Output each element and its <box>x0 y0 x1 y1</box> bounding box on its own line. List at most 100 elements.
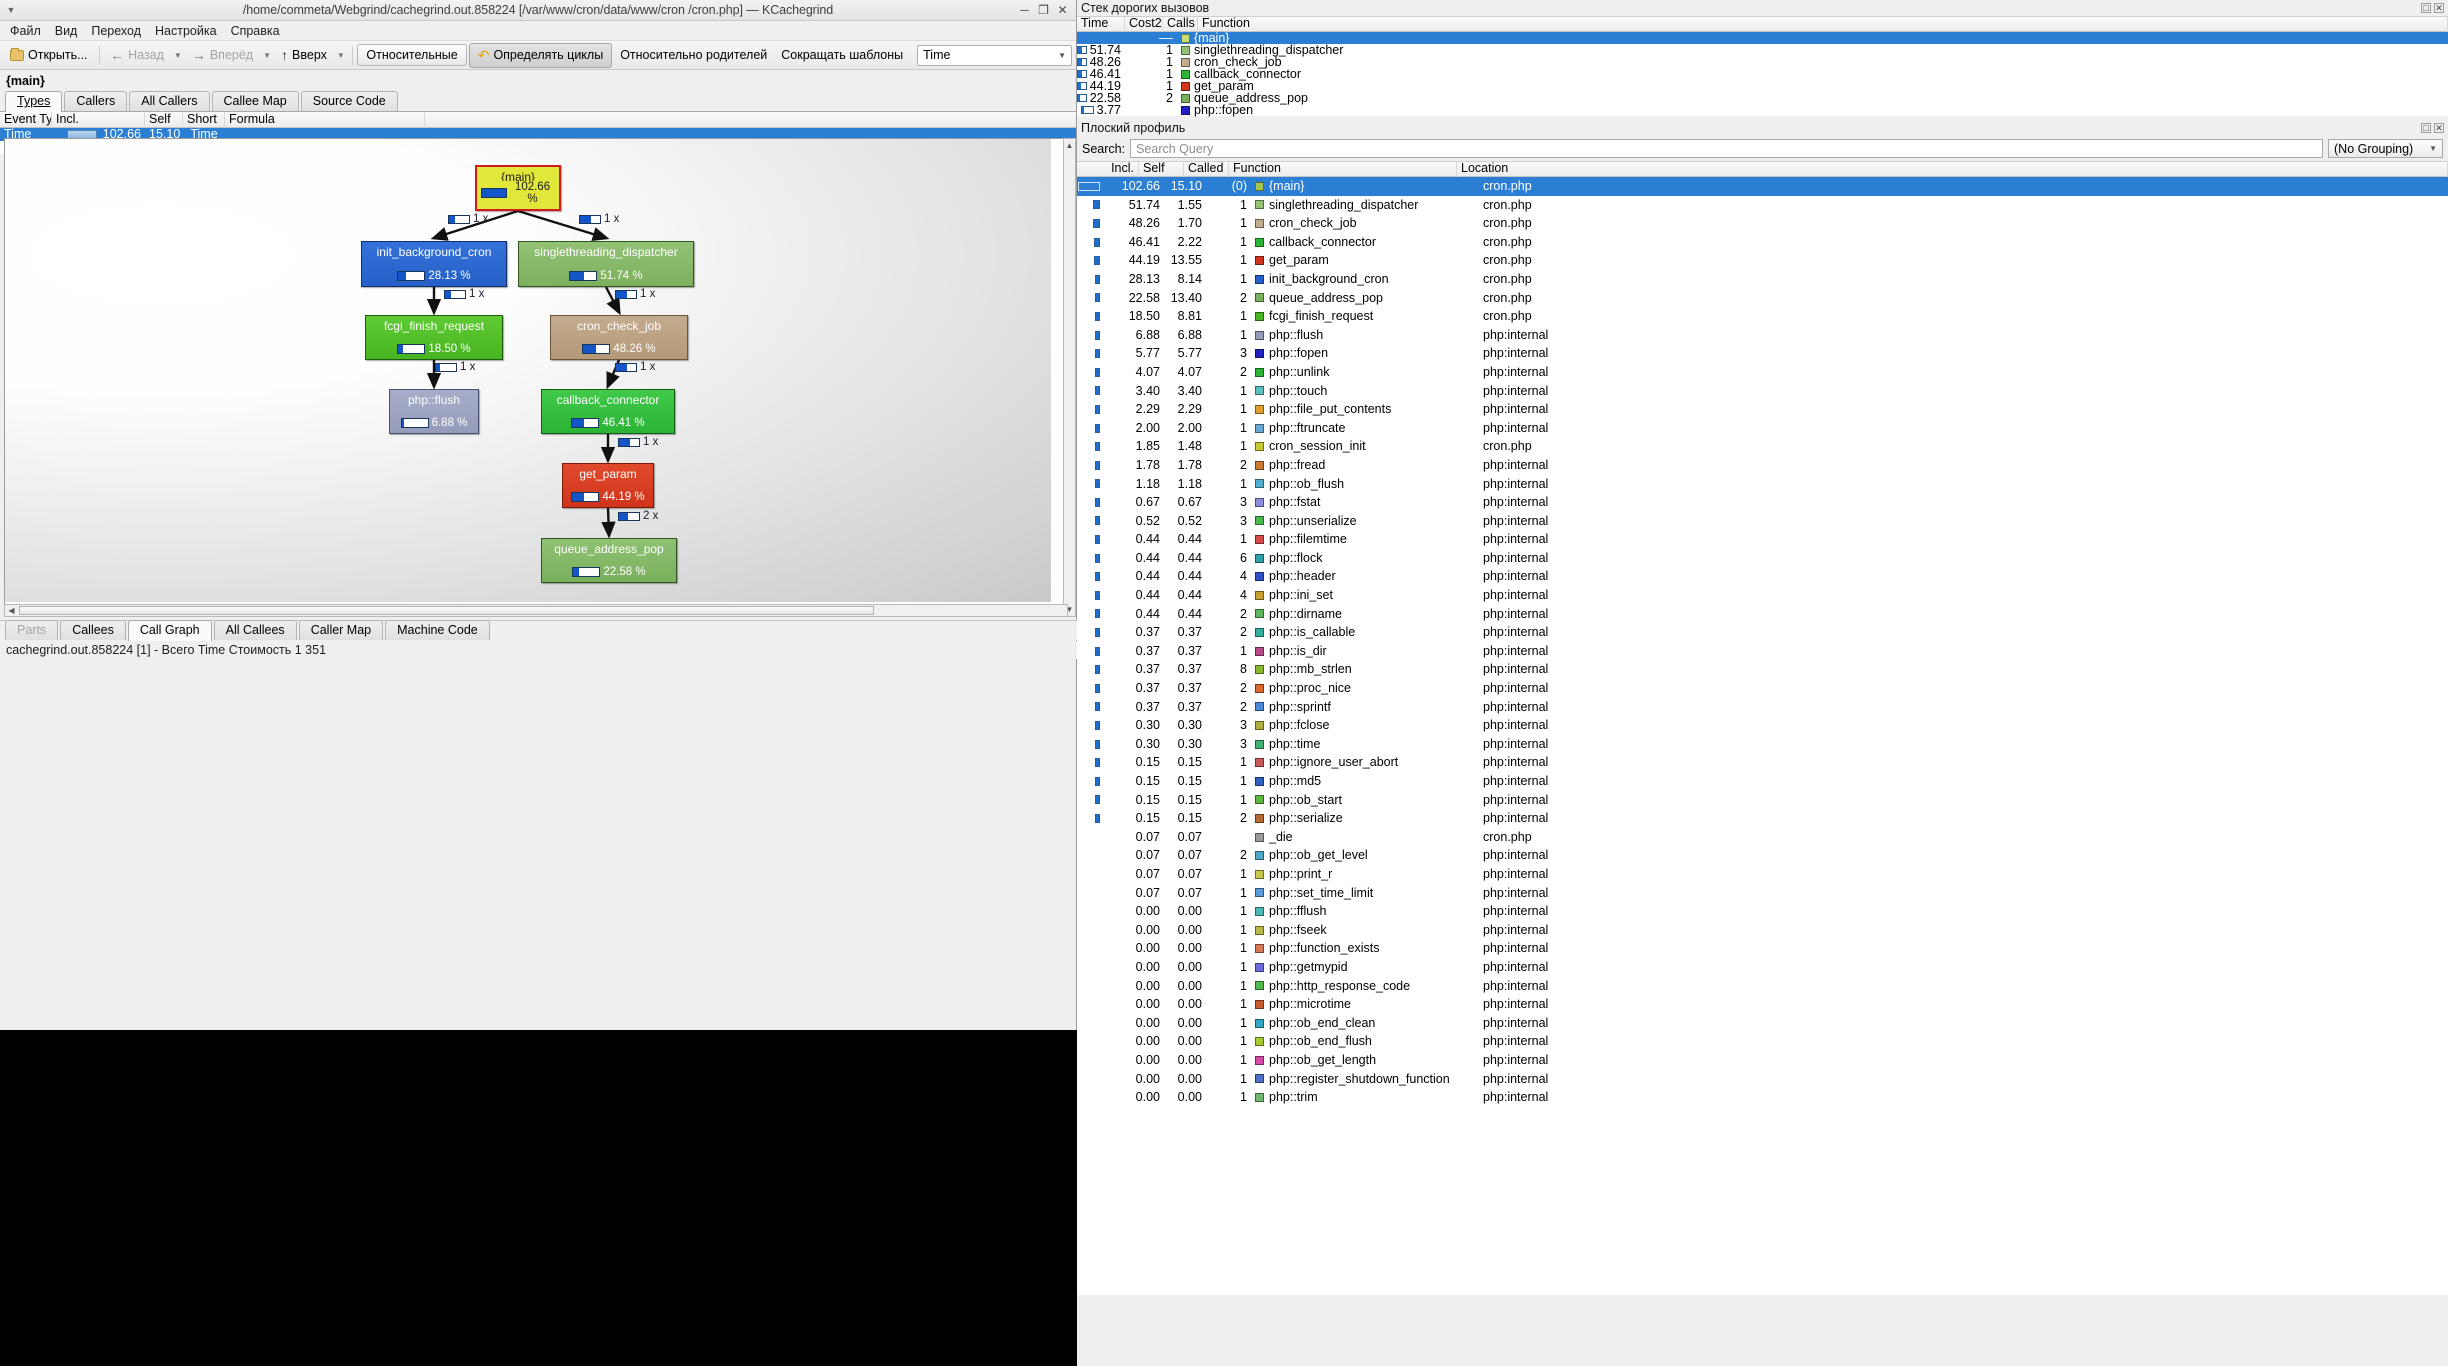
tab-all-callees[interactable]: All Callees <box>214 620 297 640</box>
flat-profile-row[interactable]: 0.440.441php::filemtimephp:internal <box>1077 530 2448 549</box>
menu-settings[interactable]: Настройка <box>148 22 224 40</box>
flat-profile-row[interactable]: 22.5813.402queue_address_popcron.php <box>1077 289 2448 308</box>
flat-profile-row[interactable]: 2.002.001php::ftruncatephp:internal <box>1077 419 2448 438</box>
flat-profile-row[interactable]: 5.775.773php::fopenphp:internal <box>1077 344 2448 363</box>
flat-profile-row[interactable]: 28.138.141init_background_croncron.php <box>1077 270 2448 289</box>
flat-profile-row[interactable]: 46.412.221callback_connectorcron.php <box>1077 233 2448 252</box>
minimize-button[interactable]: ─ <box>1015 3 1034 17</box>
flat-profile-row[interactable]: 44.1913.551get_paramcron.php <box>1077 251 2448 270</box>
fp-col-incl[interactable]: Incl. <box>1077 161 1139 177</box>
flat-profile-row[interactable]: 0.150.152php::serializephp:internal <box>1077 809 2448 828</box>
event-type-combo[interactable]: Time ▼ <box>917 45 1072 66</box>
flat-profile-row[interactable]: 0.370.372php::is_callablephp:internal <box>1077 623 2448 642</box>
flat-profile-row[interactable]: 0.000.001php::getmypidphp:internal <box>1077 958 2448 977</box>
flat-profile-row[interactable]: 0.070.072php::ob_get_levelphp:internal <box>1077 846 2448 865</box>
flat-profile-row[interactable]: 0.670.673php::fstatphp:internal <box>1077 493 2448 512</box>
flat-profile-row[interactable]: 0.370.371php::is_dirphp:internal <box>1077 642 2448 661</box>
graph-node-singlethreading_dispatcher[interactable]: singlethreading_dispatcher51.74 % <box>518 241 694 287</box>
graph-node-get_param[interactable]: get_param44.19 % <box>562 463 654 508</box>
maximize-button[interactable]: ❐ <box>1034 3 1053 17</box>
call-graph-view[interactable]: {main}102.66 % init_background_cron28.13 … <box>4 138 1068 617</box>
flat-profile-row[interactable]: 0.440.442php::dirnamephp:internal <box>1077 605 2448 624</box>
call-stack-row[interactable]: 51.741singlethreading_dispatcher <box>1077 44 2448 56</box>
flat-profile-row[interactable]: 6.886.881php::flushphp:internal <box>1077 326 2448 345</box>
flat-profile-row[interactable]: 0.070.071php::print_rphp:internal <box>1077 865 2448 884</box>
cs-col-time[interactable]: Time <box>1077 16 1125 32</box>
flat-profile-row[interactable]: 0.300.303php::timephp:internal <box>1077 735 2448 754</box>
tab-parts[interactable]: Parts <box>5 620 58 640</box>
call-stack-row[interactable]: 46.411callback_connector <box>1077 68 2448 80</box>
flat-profile-row[interactable]: 1.851.481cron_session_initcron.php <box>1077 437 2448 456</box>
flat-profile-row[interactable]: 0.440.444php::headerphp:internal <box>1077 567 2448 586</box>
menu-help[interactable]: Справка <box>224 22 287 40</box>
menu-file[interactable]: Файл <box>3 22 48 40</box>
tab-call-graph[interactable]: Call Graph <box>128 620 212 641</box>
tab-callers[interactable]: Callers <box>64 91 127 111</box>
search-input[interactable]: Search Query <box>1130 139 2323 158</box>
tab-all-callers[interactable]: All Callers <box>129 91 209 111</box>
back-dropdown-icon[interactable]: ▼ <box>172 51 184 60</box>
relative-toggle[interactable]: Относительные <box>357 44 466 66</box>
flat-profile-row[interactable]: 0.000.001php::ob_end_flushphp:internal <box>1077 1032 2448 1051</box>
up-button[interactable]: ↑ Вверх <box>275 45 333 65</box>
col-incl[interactable]: Incl. <box>52 112 145 128</box>
flat-profile-row[interactable]: 0.000.001php::trimphp:internal <box>1077 1088 2448 1107</box>
tab-callee-map[interactable]: Callee Map <box>212 91 299 111</box>
undock-icon-2[interactable]: □ <box>2421 123 2431 133</box>
cs-col-cost2[interactable]: Cost2 <box>1125 16 1163 32</box>
flat-profile-row[interactable]: 0.000.001php::ob_end_cleanphp:internal <box>1077 1014 2448 1033</box>
col-self[interactable]: Self <box>145 112 183 128</box>
graph-vertical-scrollbar[interactable]: ▲ ▼ <box>1063 138 1076 617</box>
call-stack-row[interactable]: 3.77php::fopen <box>1077 104 2448 116</box>
flat-profile-row[interactable]: 0.150.151php::md5php:internal <box>1077 772 2448 791</box>
graph-node-fcgi_finish_request[interactable]: fcgi_finish_request18.50 % <box>365 315 503 360</box>
flat-profile-row[interactable]: 0.440.444php::ini_setphp:internal <box>1077 586 2448 605</box>
flat-profile-row[interactable]: 0.000.001php::http_response_codephp:inte… <box>1077 977 2448 996</box>
flat-profile-row[interactable]: 0.000.001php::register_shutdown_function… <box>1077 1070 2448 1089</box>
fp-col-called[interactable]: Called <box>1184 161 1229 177</box>
col-short[interactable]: Short <box>183 112 225 128</box>
cs-col-function[interactable]: Function <box>1198 16 2448 32</box>
graph-node-main[interactable]: {main}102.66 % <box>475 165 561 211</box>
flat-profile-row[interactable]: 3.403.401php::touchphp:internal <box>1077 382 2448 401</box>
relative-to-parent-toggle[interactable]: Относительно родителей <box>614 46 773 64</box>
flat-profile-row[interactable]: 18.508.811fcgi_finish_requestcron.php <box>1077 307 2448 326</box>
graph-node-queue_address_pop[interactable]: queue_address_pop22.58 % <box>541 538 677 583</box>
graph-node-php_flush[interactable]: php::flush6.88 % <box>389 389 479 434</box>
menu-go[interactable]: Переход <box>84 22 148 40</box>
tab-caller-map[interactable]: Caller Map <box>299 620 383 640</box>
flat-profile-row[interactable]: 0.070.071php::set_time_limitphp:internal <box>1077 884 2448 903</box>
flat-profile-row[interactable]: 0.070.07_diecron.php <box>1077 828 2448 847</box>
cs-col-calls[interactable]: Calls <box>1163 16 1198 32</box>
fp-col-function[interactable]: Function <box>1229 161 1457 177</box>
forward-button[interactable]: → Вперёд <box>186 45 259 65</box>
flat-profile-row[interactable]: 51.741.551singlethreading_dispatchercron… <box>1077 196 2448 215</box>
flat-profile-row[interactable]: 4.074.072php::unlinkphp:internal <box>1077 363 2448 382</box>
detect-cycles-toggle[interactable]: ↶ Определять циклы <box>469 43 613 68</box>
call-stack-row[interactable]: 22.582queue_address_pop <box>1077 92 2448 104</box>
undock-icon[interactable]: □ <box>2421 3 2431 13</box>
graph-node-init_background_cron[interactable]: init_background_cron28.13 % <box>361 241 507 287</box>
call-graph-canvas[interactable]: {main}102.66 % init_background_cron28.13 … <box>5 139 1051 602</box>
grouping-combo[interactable]: (No Grouping) ▼ <box>2328 139 2443 158</box>
flat-profile-row[interactable]: 0.520.523php::unserializephp:internal <box>1077 512 2448 531</box>
tab-types[interactable]: Types <box>5 91 62 112</box>
close-dock-icon-2[interactable]: ✕ <box>2434 123 2444 133</box>
flat-profile-row[interactable]: 0.370.372php::proc_nicephp:internal <box>1077 679 2448 698</box>
flat-profile-row[interactable]: 1.181.181php::ob_flushphp:internal <box>1077 475 2448 494</box>
flat-profile-row[interactable]: 0.300.303php::fclosephp:internal <box>1077 716 2448 735</box>
back-button[interactable]: ← Назад <box>104 45 170 65</box>
scroll-thumb[interactable] <box>19 606 874 615</box>
flat-profile-row[interactable]: 0.440.446php::flockphp:internal <box>1077 549 2448 568</box>
close-button[interactable]: ✕ <box>1053 3 1072 17</box>
flat-profile-row[interactable]: 0.000.001php::function_existsphp:interna… <box>1077 939 2448 958</box>
flat-profile-row[interactable]: 1.781.782php::freadphp:internal <box>1077 456 2448 475</box>
graph-horizontal-scrollbar[interactable]: ◀ ▶ <box>4 604 1068 617</box>
tab-source-code[interactable]: Source Code <box>301 91 398 111</box>
col-event-type[interactable]: Event Type <box>0 112 52 128</box>
flat-profile-row[interactable]: 48.261.701cron_check_jobcron.php <box>1077 214 2448 233</box>
open-button[interactable]: Открыть... <box>4 46 94 64</box>
fp-col-location[interactable]: Location <box>1457 161 2448 177</box>
flat-profile-row[interactable]: 0.000.001php::fflushphp:internal <box>1077 902 2448 921</box>
fp-col-self[interactable]: Self <box>1139 161 1184 177</box>
